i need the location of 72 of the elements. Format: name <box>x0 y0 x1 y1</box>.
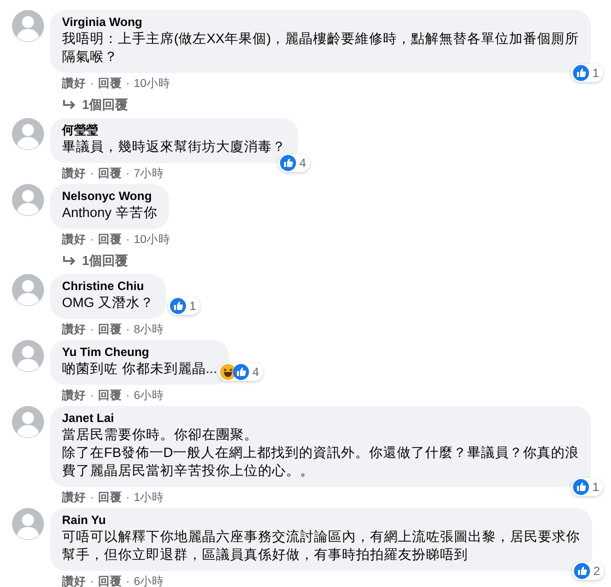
reaction-count: 4 <box>299 156 306 170</box>
like-link[interactable]: 讚好 <box>62 167 86 182</box>
commenter-name[interactable]: Janet Lai <box>62 411 579 426</box>
reaction-badge[interactable]: 4 <box>218 363 264 381</box>
like-link[interactable]: 讚好 <box>62 323 86 338</box>
separator: · <box>90 77 94 92</box>
separator: · <box>90 323 94 338</box>
view-replies-link[interactable]: 1個回覆 <box>82 253 128 269</box>
separator: · <box>126 575 130 587</box>
reply-link[interactable]: 回覆 <box>98 233 122 248</box>
avatar[interactable] <box>12 184 44 216</box>
like-link[interactable]: 讚好 <box>62 491 86 506</box>
reply-arrow-icon <box>62 99 76 111</box>
comment-text: OMG 又潛水？ <box>62 294 154 312</box>
separator: · <box>126 167 130 182</box>
separator: · <box>90 233 94 248</box>
reply-arrow-icon <box>62 255 76 267</box>
avatar[interactable] <box>12 340 44 372</box>
comment-time[interactable]: 1小時 <box>134 491 164 506</box>
comment-text: 畢議員，幾時返來幫街坊大廈消毒？ <box>62 138 286 156</box>
commenter-name[interactable]: Rain Yu <box>62 513 580 528</box>
avatar[interactable] <box>12 118 44 150</box>
comment-text: 當居民需要你時。你卻在團聚。 除了在FB發佈一D一般人在網上都找到的資訊外。你還做了什麼？畢議員？你真的浪 費了麗晶居民當初辛苦投你上位的心。。 <box>62 426 579 480</box>
reaction-count: 2 <box>593 564 600 578</box>
comment-text: Anthony 辛苦你 <box>62 204 158 222</box>
separator: · <box>90 575 94 587</box>
reaction-badge[interactable]: 2 <box>572 562 604 580</box>
comment-text: 可唔可以解釋下你地麗晶六座事務交流討論區內，有網上流咗張圖出黎，居民要求你 幫手，但你立即退群，區議員真係好做，有事時拍拍羅友扮睇唔到 <box>62 528 580 564</box>
avatar[interactable] <box>12 274 44 306</box>
reply-link[interactable]: 回覆 <box>98 389 122 404</box>
comment-text: 我唔明：上手主席(做左XX年果個)，麗晶樓齡要維修時，點解無替各單位加番個厠所 隔氣喉？ <box>62 30 579 66</box>
avatar[interactable] <box>12 10 44 42</box>
commenter-name[interactable]: Nelsonyc Wong <box>62 189 158 204</box>
commenter-name[interactable]: Christine Chiu <box>62 279 154 294</box>
like-link[interactable]: 讚好 <box>62 77 86 92</box>
comment-time[interactable]: 7小時 <box>134 167 164 182</box>
reaction-badge[interactable]: 1 <box>168 297 200 315</box>
comment-time[interactable]: 10小時 <box>134 77 170 92</box>
reaction-count: 1 <box>592 66 599 80</box>
separator: · <box>126 323 130 338</box>
like-link[interactable]: 讚好 <box>62 389 86 404</box>
avatar[interactable] <box>12 508 44 540</box>
reaction-count: 4 <box>252 365 260 379</box>
reply-link[interactable]: 回覆 <box>98 167 122 182</box>
separator: · <box>90 491 94 506</box>
separator: · <box>126 389 130 404</box>
like-link[interactable]: 讚好 <box>62 575 86 587</box>
comment-time[interactable]: 6小時 <box>134 389 164 404</box>
commenter-name[interactable]: Virginia Wong <box>62 15 579 30</box>
reaction-count: 1 <box>189 299 196 313</box>
commenter-name[interactable]: 何瑩瑩 <box>62 123 286 138</box>
reaction-count: 1 <box>592 480 599 494</box>
comment-time[interactable]: 8小時 <box>134 323 164 338</box>
reaction-badge[interactable]: 4 <box>278 154 310 172</box>
view-replies-link[interactable]: 1個回覆 <box>82 97 128 113</box>
avatar[interactable] <box>12 406 44 438</box>
reaction-badge[interactable]: 1 <box>571 478 603 496</box>
reply-link[interactable]: 回覆 <box>98 77 122 92</box>
separator: · <box>90 167 94 182</box>
reaction-badge[interactable]: 1 <box>571 64 603 82</box>
reply-link[interactable]: 回覆 <box>98 323 122 338</box>
reply-link[interactable]: 回覆 <box>98 491 122 506</box>
separator: · <box>126 233 130 248</box>
comment-time[interactable]: 6小時 <box>134 575 164 587</box>
commenter-name[interactable]: Yu Tim Cheung <box>62 345 218 360</box>
reply-link[interactable]: 回覆 <box>98 575 122 587</box>
comment-text: 啲菌到咗 你都未到麗晶... <box>62 360 218 378</box>
comment-time[interactable]: 10小時 <box>134 233 170 248</box>
separator: · <box>126 77 130 92</box>
like-link[interactable]: 讚好 <box>62 233 86 248</box>
separator: · <box>126 491 130 506</box>
separator: · <box>90 389 94 404</box>
